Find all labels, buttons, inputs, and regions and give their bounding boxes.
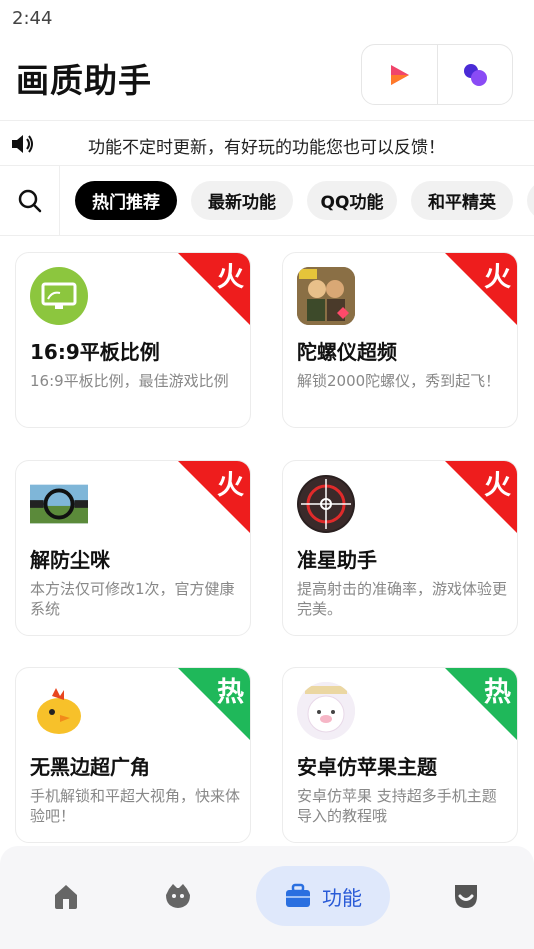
hot-badge: 热 [178,668,250,740]
briefcase-icon [286,883,310,907]
play-icon [391,64,410,85]
tab-hot[interactable]: 热门推荐 [75,181,177,220]
category-tabs: 热门推荐 最新功能 QQ功能 和平精英 [0,166,534,236]
card-title: 陀螺仪超频 [297,340,397,364]
card-description: 提高射击的准确率，游戏体验更完美。 [297,580,508,618]
hot-badge: 火 [445,253,517,325]
play-button[interactable] [362,45,437,104]
scope-view-icon [30,475,88,533]
header-actions [361,44,513,105]
hot-badge: 火 [178,461,250,533]
card-description: 解锁2000陀螺仪，秀到起飞！ [297,372,501,390]
feature-card[interactable]: 热 安卓仿苹果主题 安卓仿苹果 支持超多手机主题导入的教程哦 [282,667,518,843]
tab-peace-elite[interactable]: 和平精英 [411,181,513,220]
page-title: 画质助手 [16,61,152,100]
feature-card[interactable]: 火 准星助手 提高射击的准确率，游戏体验更完美。 [282,460,518,636]
card-title: 准星助手 [297,548,377,572]
feature-grid: 火 16:9平板比例 16:9平板比例，最佳游戏比例 火 陀螺仪超频 解锁200… [0,236,534,846]
nav-functions[interactable]: 功能 [256,866,390,926]
nav-home[interactable] [36,866,96,926]
profile-icon [455,885,477,908]
notice-text: 功能不定时更新，有好玩的功能您也可以反馈！ [88,138,445,158]
tab-more[interactable] [527,181,534,220]
feature-card[interactable]: 火 陀螺仪超频 解锁2000陀螺仪，秀到起飞！ [282,252,518,428]
card-description: 安卓仿苹果 支持超多手机主题导入的教程哦 [297,787,497,825]
cute-pig-icon [297,682,355,740]
chick-icon [30,682,88,740]
card-title: 16:9平板比例 [30,340,160,364]
card-description: 手机解锁和平超大视角，快来体验吧！ [30,787,241,825]
hot-badge: 热 [445,668,517,740]
nav-profile[interactable] [436,866,496,926]
nav-pet[interactable] [148,866,208,926]
tab-qq[interactable]: QQ功能 [307,181,397,220]
feature-card[interactable]: 火 解防尘咪 本方法仅可修改1次，官方健康系统 [15,460,251,636]
notice-bar: 功能不定时更新，有好玩的功能您也可以反馈！ [0,120,534,166]
tab-latest[interactable]: 最新功能 [191,181,293,220]
nav-label: 功能 [322,885,362,910]
search-icon [18,189,41,213]
feature-card[interactable]: 火 16:9平板比例 16:9平板比例，最佳游戏比例 [15,252,251,428]
status-time: 2:44 [12,8,53,29]
hot-badge: 火 [178,253,250,325]
game-character-icon [297,267,355,325]
status-bar: 2:44 [0,0,534,38]
card-title: 安卓仿苹果主题 [297,755,437,779]
home-icon [55,885,77,909]
crosshair-icon [297,475,355,533]
search-button[interactable] [0,166,60,235]
bubbles-button[interactable] [438,45,513,104]
speaker-icon [12,135,33,153]
card-description: 本方法仅可修改1次，官方健康系统 [30,580,235,618]
hot-badge: 火 [445,461,517,533]
card-title: 无黑边超广角 [30,755,150,779]
pet-icon [166,884,190,908]
tablet-icon [30,267,88,325]
feature-card[interactable]: 热 无黑边超广角 手机解锁和平超大视角，快来体验吧！ [15,667,251,843]
app-header: 画质助手 [0,38,534,120]
card-title: 解防尘咪 [30,548,110,572]
card-description: 16:9平板比例，最佳游戏比例 [30,372,229,390]
bubbles-icon [463,63,487,86]
bottom-nav: 功能 [0,846,534,949]
